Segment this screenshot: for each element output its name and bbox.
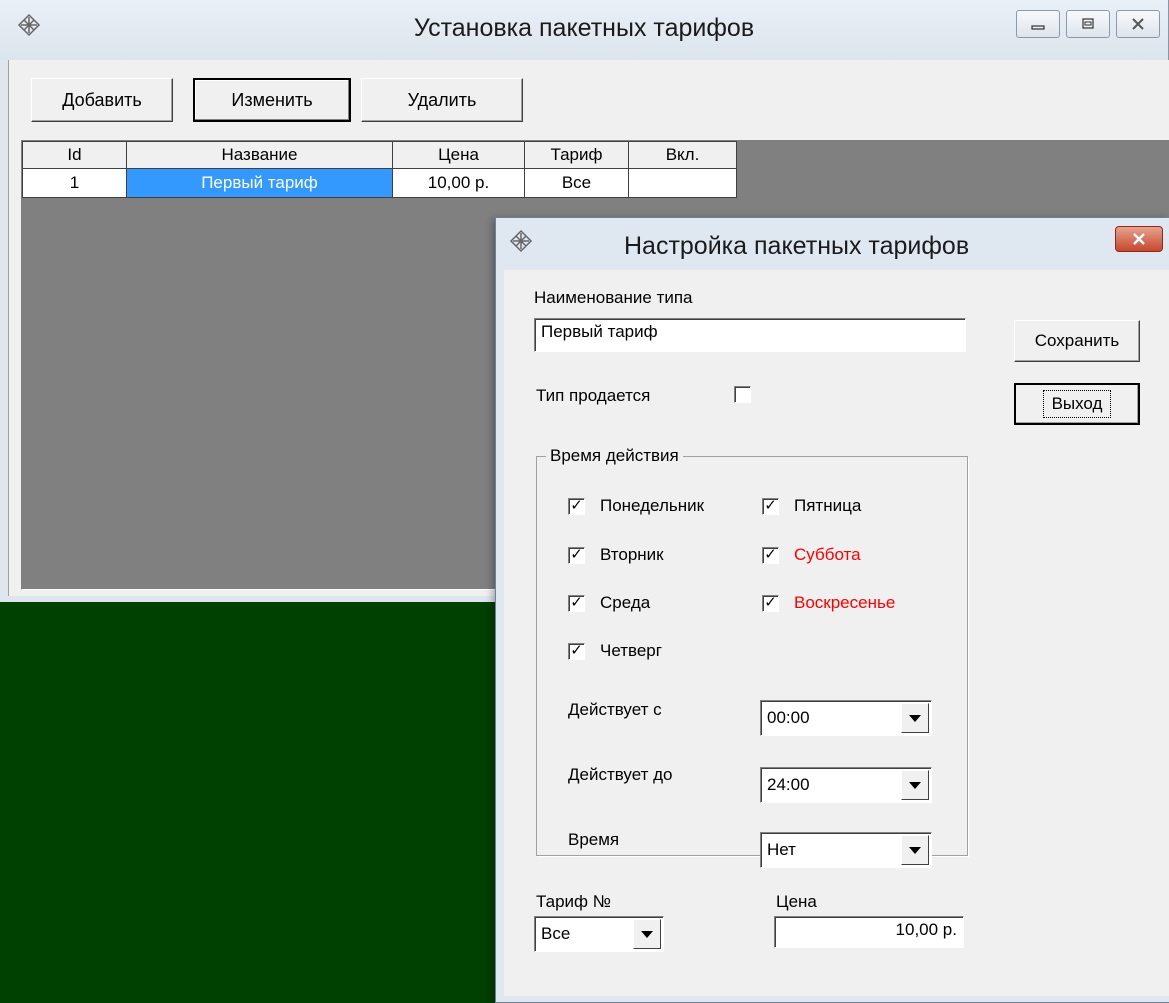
- table-row[interactable]: 1 Первый тариф 10,00 р. Все: [22, 168, 737, 198]
- tuesday-label[interactable]: Вторник: [600, 545, 664, 565]
- exit-button[interactable]: Выход: [1014, 383, 1140, 425]
- sunday-label[interactable]: Воскресенье: [794, 593, 895, 613]
- maximize-icon: [1082, 18, 1094, 29]
- close-icon: [1133, 233, 1145, 245]
- valid-from-value: 00:00: [767, 708, 810, 727]
- friday-label[interactable]: Пятница: [794, 496, 861, 516]
- settings-dialog: Настройка пакетных тарифов Наименование …: [495, 217, 1169, 1003]
- valid-from-select[interactable]: 00:00: [760, 700, 932, 736]
- sunday-checkbox[interactable]: ✓: [762, 595, 779, 612]
- minimize-button[interactable]: [1016, 10, 1060, 38]
- tariff-no-value: Все: [541, 924, 571, 943]
- type-name-label: Наименование типа: [534, 288, 693, 307]
- chevron-down-icon[interactable]: [633, 919, 661, 949]
- valid-from-label: Действует с: [568, 700, 662, 719]
- dialog-title-bar[interactable]: Настройка пакетных тарифов: [496, 218, 1169, 268]
- minimize-icon: [1031, 25, 1045, 30]
- wednesday-checkbox[interactable]: ✓: [568, 595, 585, 612]
- tariff-no-select[interactable]: Все: [534, 916, 664, 952]
- chevron-down-icon[interactable]: [901, 703, 929, 733]
- table-header-row: Id Название Цена Тариф Вкл.: [22, 141, 737, 169]
- thursday-label[interactable]: Четверг: [600, 641, 662, 661]
- friday-checkbox[interactable]: ✓: [762, 498, 779, 515]
- sold-label: Тип продается: [536, 386, 651, 405]
- close-icon: [1132, 18, 1144, 30]
- maximize-button[interactable]: [1066, 10, 1110, 38]
- monday-checkbox[interactable]: ✓: [568, 498, 585, 515]
- time-select[interactable]: Нет: [760, 832, 932, 868]
- valid-to-value: 24:00: [767, 775, 810, 794]
- close-button[interactable]: [1116, 10, 1160, 38]
- type-name-input[interactable]: Первый тариф: [534, 318, 966, 352]
- edit-button[interactable]: Изменить: [193, 78, 351, 122]
- delete-button[interactable]: Удалить: [361, 78, 523, 122]
- tariff-table: Id Название Цена Тариф Вкл. 1 Первый тар…: [22, 141, 737, 198]
- add-button[interactable]: Добавить: [31, 78, 173, 122]
- column-header-id[interactable]: Id: [22, 141, 127, 169]
- monday-label[interactable]: Понедельник: [600, 496, 704, 516]
- dialog-close-button[interactable]: [1115, 226, 1163, 252]
- dialog-body: Наименование типа Первый тариф Сохранить…: [504, 270, 1169, 996]
- cell-price[interactable]: 10,00 р.: [392, 168, 525, 198]
- main-window-title: Установка пакетных тарифов: [413, 14, 755, 42]
- valid-to-label: Действует до: [568, 765, 673, 784]
- column-header-price[interactable]: Цена: [392, 141, 525, 169]
- price-input[interactable]: 10,00 р.: [774, 916, 964, 948]
- save-button[interactable]: Сохранить: [1014, 320, 1140, 362]
- column-header-tariff[interactable]: Тариф: [524, 141, 629, 169]
- saturday-checkbox[interactable]: ✓: [762, 547, 779, 564]
- main-title-bar[interactable]: Установка пакетных тарифов: [0, 0, 1168, 60]
- thursday-checkbox[interactable]: ✓: [568, 643, 585, 660]
- time-value: Нет: [767, 840, 796, 859]
- wednesday-label[interactable]: Среда: [600, 593, 650, 613]
- cell-tariff[interactable]: Все: [524, 168, 629, 198]
- dialog-app-icon: [509, 229, 533, 253]
- chevron-down-icon[interactable]: [901, 835, 929, 865]
- validity-group-label: Время действия: [546, 446, 683, 466]
- cell-name[interactable]: Первый тариф: [126, 168, 393, 198]
- cell-enabled[interactable]: [628, 168, 737, 198]
- cell-id[interactable]: 1: [22, 168, 127, 198]
- column-header-name[interactable]: Название: [126, 141, 393, 169]
- dialog-title: Настройка пакетных тарифов: [624, 232, 970, 260]
- exit-button-label: Выход: [1042, 390, 1112, 418]
- tariff-no-label: Тариф №: [536, 892, 611, 911]
- tuesday-checkbox[interactable]: ✓: [568, 547, 585, 564]
- time-label: Время: [568, 830, 620, 849]
- column-header-enabled[interactable]: Вкл.: [628, 141, 737, 169]
- chevron-down-icon[interactable]: [901, 770, 929, 800]
- sold-checkbox[interactable]: [734, 386, 751, 403]
- saturday-label[interactable]: Суббота: [794, 545, 861, 565]
- valid-to-select[interactable]: 24:00: [760, 767, 932, 803]
- price-label: Цена: [776, 892, 817, 911]
